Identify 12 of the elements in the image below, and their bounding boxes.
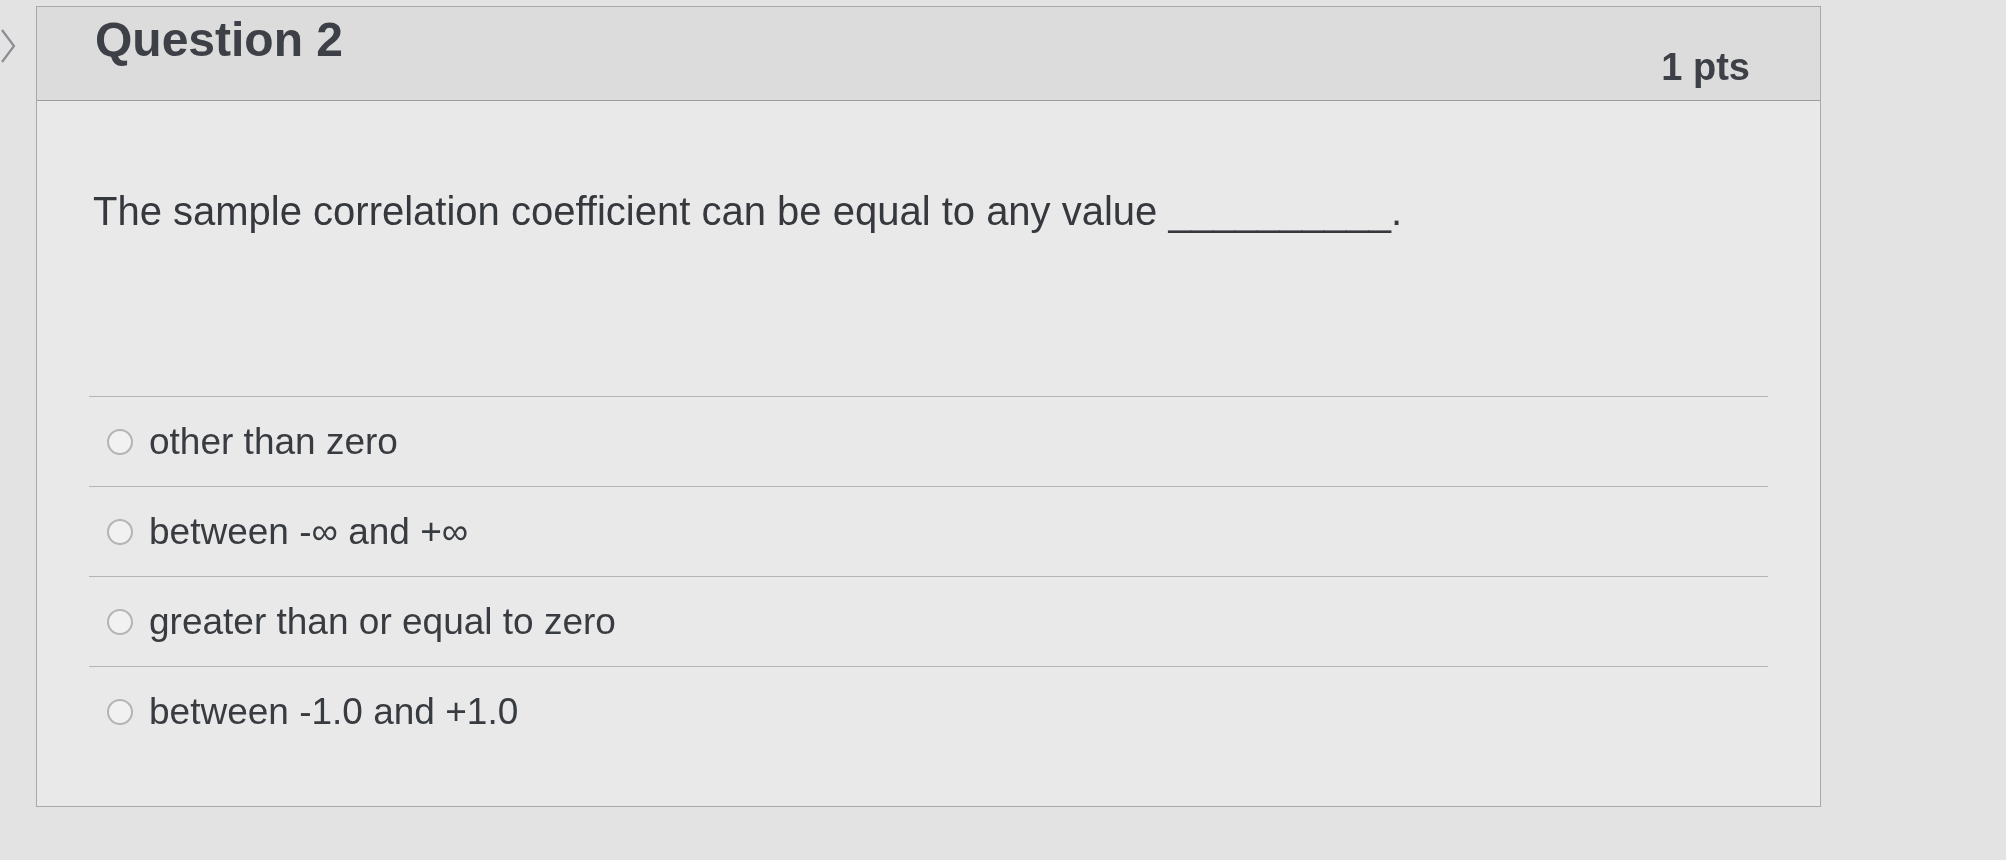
answer-label[interactable]: greater than or equal to zero bbox=[149, 593, 616, 650]
radio-button[interactable] bbox=[107, 428, 133, 455]
answer-label[interactable]: between -1.0 and +1.0 bbox=[149, 683, 519, 740]
chevron-right-icon[interactable] bbox=[0, 28, 16, 64]
radio-button[interactable] bbox=[107, 608, 133, 635]
radio-button[interactable] bbox=[107, 698, 133, 725]
answer-label[interactable]: other than zero bbox=[149, 413, 398, 470]
radio-button[interactable] bbox=[107, 518, 133, 545]
question-title: Question 2 bbox=[95, 12, 344, 68]
answer-label[interactable]: between -∞ and +∞ bbox=[149, 503, 469, 560]
question-text: The sample correlation coefficient can be equal to any value __________. bbox=[93, 188, 1404, 235]
points-label: 1 pts bbox=[1661, 45, 1750, 90]
